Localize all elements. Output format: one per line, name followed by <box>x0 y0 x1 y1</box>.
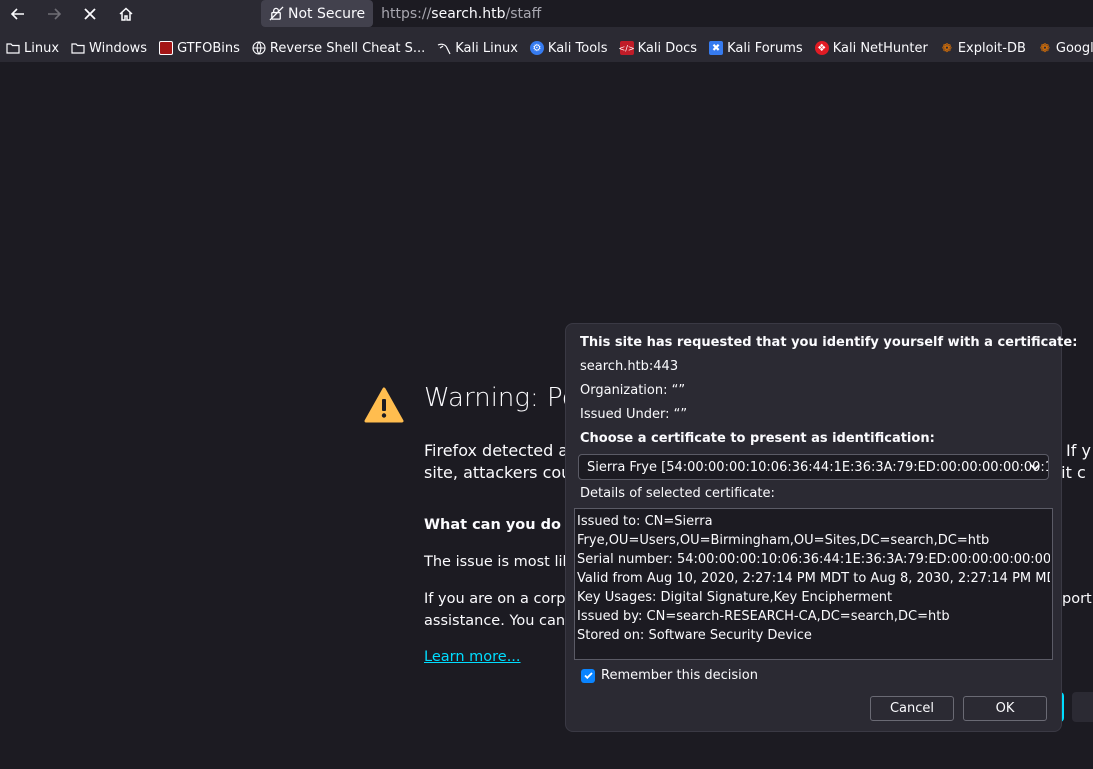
globe-icon <box>252 41 266 55</box>
assistance-text: assistance. You can <box>424 613 566 629</box>
ok-button[interactable]: OK <box>963 696 1047 721</box>
dialog-organization: Organization: “” <box>580 383 686 398</box>
close-icon <box>84 7 96 20</box>
body-line-1-right: If y <box>1066 441 1091 460</box>
nethunter-icon: ❖ <box>814 41 829 55</box>
bookmark-windows[interactable]: Windows <box>65 34 153 62</box>
bookmarks-toolbar: Linux Windows GTFOBins Reverse Shell Che… <box>0 34 1093 62</box>
certificate-select-value: Sierra Frye [54:00:00:00:10:06:36:44:1E:… <box>587 459 1049 475</box>
home-button[interactable] <box>108 0 144 27</box>
bookmark-kali-tools[interactable]: ⚙ Kali Tools <box>524 34 614 62</box>
bookmark-reverse-shell[interactable]: Reverse Shell Cheat S... <box>246 34 431 62</box>
bookmark-label: Kali NetHunter <box>832 40 928 56</box>
bookmark-label: Linux <box>24 40 60 56</box>
bookmark-kali-forums[interactable]: ✖ Kali Forums <box>703 34 809 62</box>
corporate-text: If you are on a corpo <box>424 591 575 607</box>
kali-tools-icon: ⚙ <box>529 41 544 55</box>
kali-docs-icon: </> <box>619 41 635 55</box>
bookmark-label: Kali Forums <box>727 40 803 56</box>
details-label: Details of selected certificate: <box>580 486 775 501</box>
issue-text: The issue is most lik <box>424 554 571 570</box>
stop-button[interactable] <box>72 0 108 27</box>
kali-icon <box>437 41 451 55</box>
url-text[interactable]: https://search.htb/staff <box>373 6 541 22</box>
bookmark-kali-linux[interactable]: Kali Linux <box>431 34 524 62</box>
site-security-button[interactable]: Not Secure <box>261 0 374 27</box>
remember-label: Remember this decision <box>601 668 758 683</box>
corporate-text-right: port <box>1062 591 1092 607</box>
chevron-down-icon <box>1030 464 1040 471</box>
dialog-host-port: search.htb:443 <box>580 359 679 374</box>
learn-more-link[interactable]: Learn more... <box>424 649 521 665</box>
url-host: search.htb <box>431 5 506 22</box>
details-line: Frye,OU=Users,OU=Birmingham,OU=Sites,DC=… <box>577 533 990 548</box>
dialog-issued-under: Issued Under: “” <box>580 407 688 422</box>
details-line: Serial number: 54:00:00:00:10:06:36:44:1… <box>577 552 1050 567</box>
page-title: Warning: Po <box>424 383 578 413</box>
bookmark-label: Google <box>1055 40 1093 56</box>
bookmark-label: Reverse Shell Cheat S... <box>269 40 426 56</box>
folder-icon <box>6 41 20 55</box>
bookmark-label: Kali Linux <box>455 40 518 56</box>
gtfobins-icon <box>159 41 174 55</box>
remember-decision-option[interactable]: Remember this decision <box>581 668 758 683</box>
back-arrow-icon <box>10 7 24 20</box>
forward-arrow-icon <box>48 7 62 20</box>
bookmark-linux[interactable]: Linux <box>0 34 65 62</box>
details-line: Issued by: CN=search-RESEARCH-CA,DC=sear… <box>577 609 950 624</box>
certificate-dialog: This site has requested that you identif… <box>565 323 1077 732</box>
body-line-1: Firefox detected a <box>424 441 569 460</box>
folder-icon <box>71 41 85 55</box>
exploitdb-icon: ❁ <box>941 41 952 55</box>
body-line-2: site, attackers cou <box>424 463 572 482</box>
checkmark-icon <box>583 672 593 680</box>
bookmark-label: Kali Docs <box>637 40 698 56</box>
details-line: Stored on: Software Security Device <box>577 628 812 643</box>
details-line: Key Usages: Digital Signature,Key Enciph… <box>577 590 893 605</box>
dialog-choose-text: Choose a certificate to present as ident… <box>580 431 935 446</box>
broken-lock-icon <box>269 6 284 21</box>
details-line: Valid from Aug 10, 2020, 2:27:14 PM MDT … <box>577 571 1050 586</box>
toolbar-spacer <box>0 27 1093 34</box>
page-secondary-button[interactable] <box>1072 692 1093 722</box>
not-secure-label: Not Secure <box>288 5 366 22</box>
forward-button[interactable] <box>36 0 72 27</box>
bookmark-label: GTFOBins <box>177 40 240 56</box>
bookmark-exploit-db[interactable]: ❁ Exploit-DB <box>934 34 1032 62</box>
url-path: /staff <box>505 5 542 22</box>
dialog-request-text: This site has requested that you identif… <box>580 335 1078 350</box>
kali-forums-icon: ✖ <box>709 41 724 55</box>
back-button[interactable] <box>0 0 36 27</box>
remember-checkbox[interactable] <box>581 668 595 683</box>
url-bar[interactable]: Not Secure https://search.htb/staff <box>261 0 1093 27</box>
url-scheme: https:// <box>381 5 432 22</box>
details-line: Issued to: CN=Sierra <box>577 514 713 529</box>
cancel-button[interactable]: Cancel <box>870 696 954 721</box>
bookmark-kali-nethunter[interactable]: ❖ Kali NetHunter <box>809 34 934 62</box>
warning-icon <box>364 387 404 423</box>
bookmark-kali-docs[interactable]: </> Kali Docs <box>614 34 704 62</box>
bookmark-google[interactable]: ❁ Google <box>1032 34 1093 62</box>
bookmark-label: Kali Tools <box>547 40 608 56</box>
what-can-you-do-heading: What can you do al <box>424 517 581 533</box>
certificate-select[interactable]: Sierra Frye [54:00:00:00:10:06:36:44:1E:… <box>578 454 1049 480</box>
bookmark-label: Exploit-DB <box>957 40 1026 56</box>
bookmark-label: Windows <box>89 40 148 56</box>
certificate-details-box[interactable]: Issued to: CN=Sierra Frye,OU=Users,OU=Bi… <box>574 508 1053 660</box>
google-icon: ❁ <box>1039 41 1050 55</box>
bookmark-gtfobins[interactable]: GTFOBins <box>153 34 246 62</box>
home-icon <box>119 6 133 21</box>
